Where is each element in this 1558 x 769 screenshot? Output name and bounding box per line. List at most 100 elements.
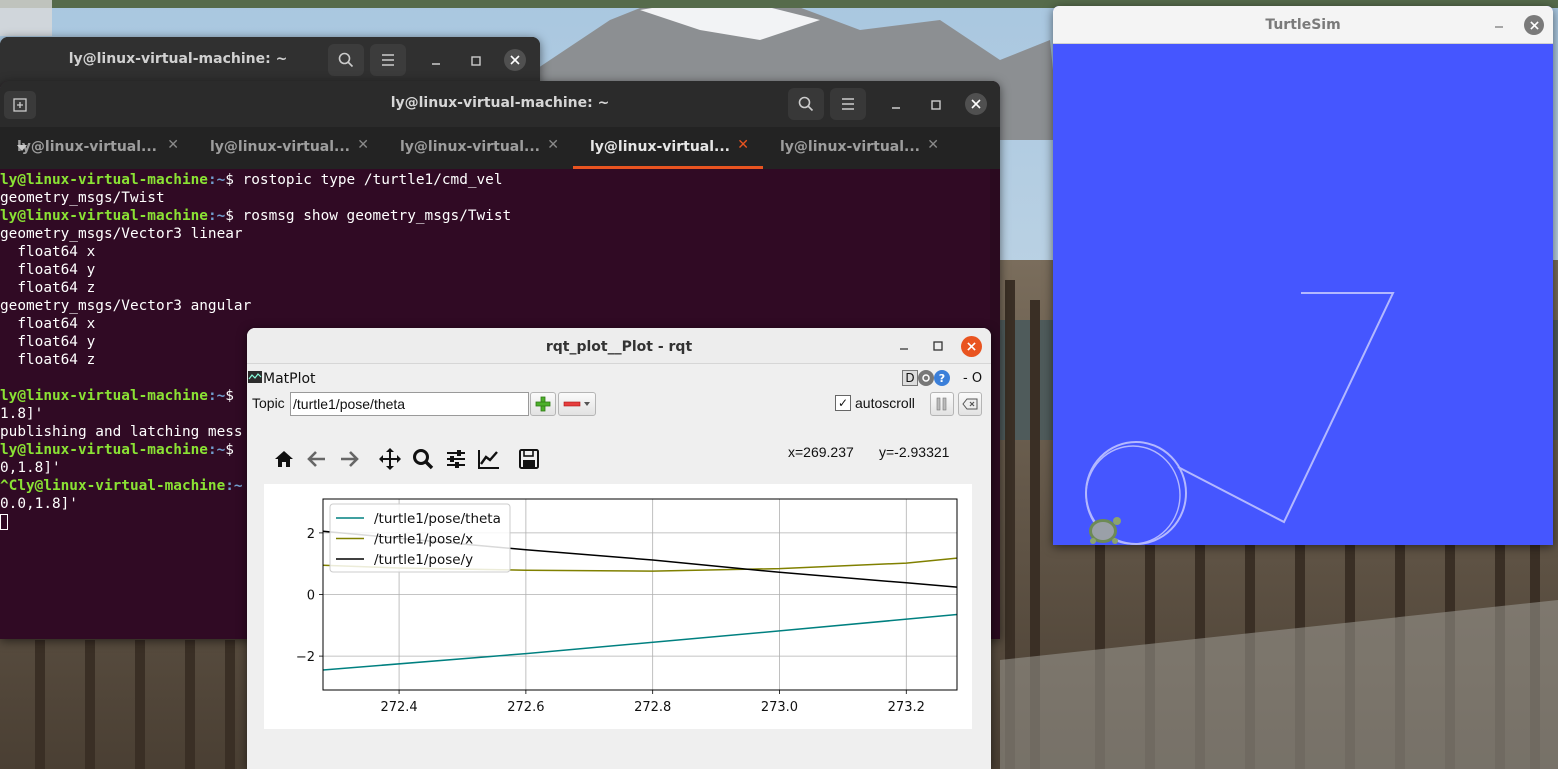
pause-button[interactable] xyxy=(930,392,954,416)
turtlesim-minimize-button[interactable] xyxy=(1489,15,1509,35)
turtlesim-title: TurtleSim xyxy=(1265,17,1341,33)
zoom-icon[interactable] xyxy=(410,446,436,472)
tab-close-icon[interactable]: ✕ xyxy=(737,137,749,153)
maximize-icon xyxy=(471,56,481,66)
edit-axes-icon[interactable] xyxy=(476,446,502,472)
tab-label: ly@linux-virtual... xyxy=(210,139,350,155)
terminal-text: float64 y xyxy=(0,262,96,278)
maximize-icon xyxy=(931,100,941,110)
plugin-header: MatPlot D ? - O xyxy=(247,368,991,390)
terminal-line: geometry_msgs/Twist xyxy=(0,189,990,207)
save-icon[interactable] xyxy=(516,446,542,472)
background-terminal-title: ly@linux-virtual-machine: ~ xyxy=(68,51,288,67)
gear-icon xyxy=(922,374,930,382)
tab-overflow-button[interactable] xyxy=(0,127,44,169)
terminal-text: $ xyxy=(225,442,234,458)
terminal-prompt: ly@linux-virtual-machine xyxy=(0,388,208,404)
configure-subplots-icon[interactable] xyxy=(443,446,469,472)
terminal-text: geometry_msgs/Vector3 linear xyxy=(0,226,243,242)
plot-panel[interactable]: 272.4 272.6 272.8 273.0 273.2 2 0 −2/turtle1/po… xyxy=(264,484,972,729)
y-tick-label: 0 xyxy=(307,589,315,604)
home-icon[interactable] xyxy=(271,446,297,472)
terminal-line: float64 x xyxy=(0,243,990,261)
forward-arrow-icon[interactable] xyxy=(336,446,362,472)
terminal-text: $ rostopic type /turtle1/cmd_vel xyxy=(225,172,503,188)
close-icon xyxy=(971,99,981,109)
terminal-prompt: ly@linux-virtual-machine xyxy=(0,172,208,188)
terminal-tab[interactable]: ly@linux-virtual... ✕ xyxy=(763,127,953,169)
tab-close-icon[interactable]: ✕ xyxy=(167,137,179,153)
terminal-tab[interactable]: ly@linux-virtual... ✕ xyxy=(383,127,573,169)
minimize-icon xyxy=(892,107,900,109)
legend-label: /turtle1/pose/theta xyxy=(374,511,501,527)
terminal-line: geometry_msgs/Vector3 linear xyxy=(0,225,990,243)
rqt-close-button[interactable] xyxy=(961,336,982,357)
rqt-titlebar[interactable]: rqt_plot__Plot - rqt xyxy=(247,328,991,364)
terminal-tab-active[interactable]: ly@linux-virtual... ✕ xyxy=(573,127,763,169)
remove-topic-button[interactable] xyxy=(558,392,596,416)
terminal-text: geometry_msgs/Twist xyxy=(0,190,165,206)
terminal-scrollbar[interactable] xyxy=(990,169,1000,639)
rqt-maximize-button[interactable] xyxy=(928,336,948,356)
background-terminal-search-button[interactable] xyxy=(328,44,364,76)
main-terminal-search-button[interactable] xyxy=(788,88,824,120)
terminal-text: 0,1.8]' xyxy=(0,460,61,476)
background-terminal-maximize-button[interactable] xyxy=(466,51,486,71)
add-topic-button[interactable] xyxy=(530,392,556,416)
background-terminal-window[interactable]: ly@linux-virtual-machine: ~ xyxy=(0,37,540,87)
main-terminal-menu-button[interactable] xyxy=(830,88,866,120)
background-terminal-close-button[interactable] xyxy=(504,49,526,71)
main-terminal-close-button[interactable] xyxy=(965,93,987,115)
legend-label: /turtle1/pose/y xyxy=(374,552,473,568)
cursor-y-readout: y=-2.93321 xyxy=(879,444,950,460)
terminal-text: float64 z xyxy=(0,280,96,296)
terminal-path: :~ xyxy=(207,388,226,404)
line-chart[interactable]: 272.4 272.6 272.8 273.0 273.2 2 0 −2/turtle1/po… xyxy=(264,484,972,729)
main-terminal-maximize-button[interactable] xyxy=(926,95,946,115)
background-terminal-minimize-button[interactable] xyxy=(426,51,446,71)
turtlesim-window[interactable]: TurtleSim xyxy=(1053,6,1553,545)
terminal-text: float64 x xyxy=(0,316,96,332)
minimize-icon xyxy=(1495,26,1503,28)
terminal-path: :~ xyxy=(225,478,243,494)
main-terminal-titlebar[interactable]: ly@linux-virtual-machine: ~ xyxy=(0,81,1000,127)
rqt-title: rqt_plot__Plot - rqt xyxy=(545,339,693,355)
rqt-minimize-button[interactable] xyxy=(894,336,914,356)
tab-close-icon[interactable]: ✕ xyxy=(927,137,939,153)
checkmark-icon: ✓ xyxy=(837,396,849,410)
settings-button[interactable] xyxy=(918,370,934,386)
clear-button[interactable] xyxy=(958,392,982,416)
tab-close-icon[interactable]: ✕ xyxy=(357,137,369,153)
close-icon xyxy=(510,55,520,65)
terminal-text: geometry_msgs/Vector3 angular xyxy=(0,298,252,314)
terminal-cursor xyxy=(0,514,8,530)
help-button[interactable]: ? xyxy=(934,370,950,386)
topic-input[interactable] xyxy=(290,392,529,416)
pan-icon[interactable] xyxy=(377,446,403,472)
terminal-text: $ rosmsg show geometry_msgs/Twist xyxy=(225,208,512,224)
terminal-line: ly@linux-virtual-machine:~$ rostopic typ… xyxy=(0,171,990,189)
help-icon: ? xyxy=(938,371,946,385)
plugin-window-controls[interactable]: - O xyxy=(963,371,982,386)
turtlesim-titlebar[interactable]: TurtleSim xyxy=(1053,6,1553,44)
x-tick-label: 272.6 xyxy=(507,700,544,715)
terminal-prompt: ^Cly@linux-virtual-machine xyxy=(0,478,226,494)
tab-close-icon[interactable]: ✕ xyxy=(547,137,559,153)
terminal-tab[interactable]: ly@linux-virtual... ✕ xyxy=(193,127,383,169)
terminal-line: geometry_msgs/Vector3 angular xyxy=(0,297,990,315)
x-tick-label: 273.2 xyxy=(888,700,925,715)
background-terminal-titlebar[interactable]: ly@linux-virtual-machine: ~ xyxy=(0,37,540,83)
tab-label: ly@linux-virtual... xyxy=(400,139,540,155)
terminal-path: :~ xyxy=(207,172,226,188)
search-icon xyxy=(338,52,354,68)
y-tick-label: 2 xyxy=(307,527,315,542)
background-terminal-menu-button[interactable] xyxy=(370,44,406,76)
back-arrow-icon[interactable] xyxy=(304,446,330,472)
dock-button[interactable]: D xyxy=(902,370,918,386)
turtlesim-close-button[interactable] xyxy=(1524,15,1544,35)
terminal-path: :~ xyxy=(207,208,226,224)
main-terminal-minimize-button[interactable] xyxy=(886,95,906,115)
autoscroll-checkbox[interactable]: ✓ xyxy=(835,395,851,411)
chevron-down-icon xyxy=(17,145,27,151)
rqt-plot-window[interactable]: rqt_plot__Plot - rqt MatPlot D ? - O Top… xyxy=(247,328,991,769)
